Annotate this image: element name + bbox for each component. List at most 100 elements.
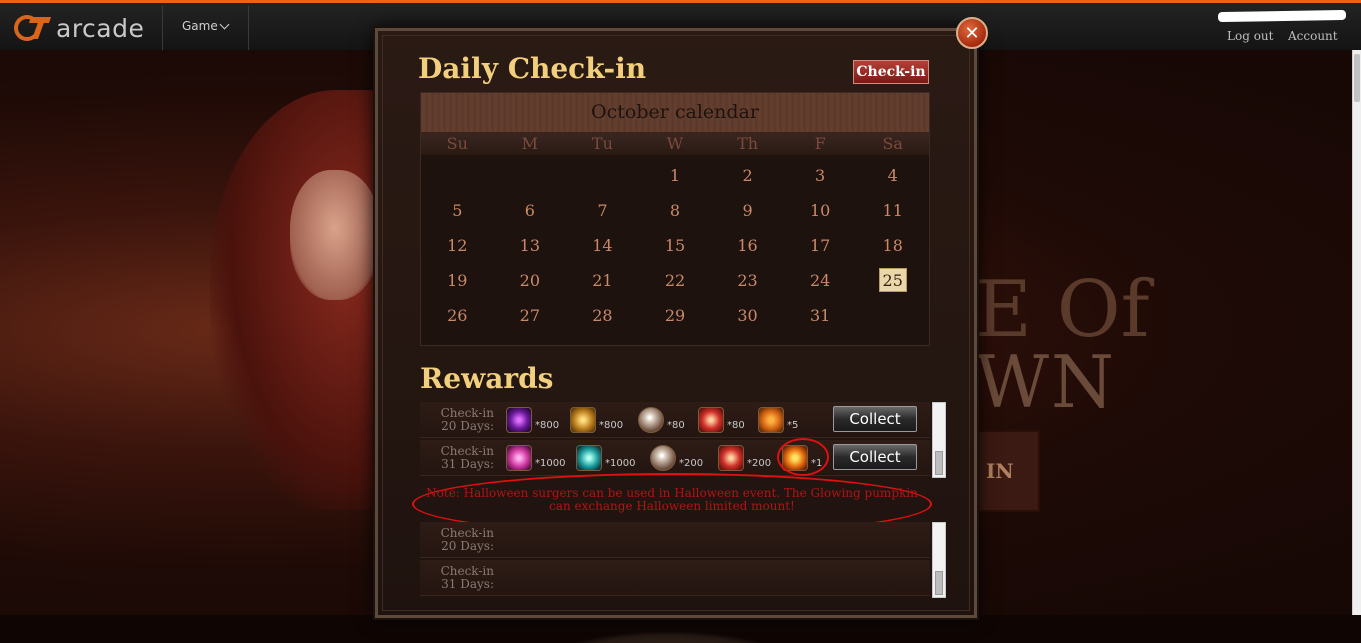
- calendar-day: 16: [737, 236, 758, 255]
- calendar-day: 27: [519, 306, 541, 325]
- item-quantity: *5: [787, 419, 799, 431]
- game-menu[interactable]: Game: [182, 19, 230, 33]
- rewards-scrollbar-secondary[interactable]: [932, 522, 946, 598]
- rewards-title: Rewards: [420, 362, 554, 395]
- calendar-day: 3: [815, 166, 826, 185]
- label-line2: 31 Days:: [441, 457, 494, 471]
- calendar-day: 30: [737, 306, 758, 325]
- pink-star-icon: [506, 445, 532, 471]
- reward-row-label: Check-in 20 Days:: [420, 527, 494, 553]
- weekday-row: Su M Tu W Th F Sa: [421, 133, 929, 155]
- weekday-label: Sa: [882, 134, 903, 153]
- item-quantity: *200: [679, 457, 704, 469]
- pearl-icon: [638, 407, 664, 433]
- item-quantity: *1000: [535, 457, 566, 469]
- scrollbar-thumb[interactable]: [935, 571, 943, 595]
- calendar-day: 29: [664, 306, 686, 325]
- calendar-day: 2: [742, 166, 753, 185]
- item-quantity: *200: [747, 457, 772, 469]
- weekday-label: Su: [446, 134, 468, 153]
- label-line2: 20 Days:: [441, 539, 494, 553]
- arcade-logo[interactable]: arcade: [14, 11, 144, 45]
- calendar-day: 20: [519, 271, 541, 290]
- label-line2: 31 Days:: [441, 577, 494, 591]
- close-icon: ✕: [964, 22, 980, 44]
- calendar-day: 22: [664, 271, 686, 290]
- calendar-day: 13: [519, 236, 541, 255]
- calendar-empty-cell: [566, 158, 639, 193]
- chevron-down-icon: [219, 19, 230, 29]
- gold-medal-icon: [570, 407, 596, 433]
- checkin-button[interactable]: Check-in: [853, 60, 929, 84]
- calendar-day: 18: [882, 236, 903, 255]
- item-quantity: *80: [727, 419, 745, 431]
- reward-row-label: Check-in 31 Days:: [420, 445, 494, 471]
- calendar-day: 23: [737, 271, 758, 290]
- reward-item: *800: [506, 407, 559, 433]
- weekday-label: Tu: [591, 134, 613, 153]
- redacted-username: [1217, 9, 1347, 23]
- october-calendar: October calendar Su M Tu W Th F Sa 1 2 3 4 5 6 7 8 9 10…: [420, 92, 930, 346]
- reward-item: *1000: [506, 445, 565, 471]
- reward-item: *200: [718, 445, 771, 471]
- calendar-day: 31: [809, 306, 831, 325]
- reward-item: *80: [638, 407, 685, 433]
- divider: [162, 6, 163, 50]
- scrollbar-thumb[interactable]: [1354, 54, 1360, 102]
- annotation-circle: [777, 438, 829, 476]
- account-link[interactable]: Account: [1288, 29, 1338, 43]
- modal-title: Daily Check-in: [418, 52, 647, 85]
- pearl-icon: [650, 445, 676, 471]
- weekday-label: F: [814, 134, 826, 153]
- red-gem-icon: [718, 445, 744, 471]
- item-quantity: *80: [667, 419, 685, 431]
- calendar-day: 1: [669, 166, 681, 185]
- calendar-day: 4: [887, 166, 898, 185]
- divider: [248, 6, 249, 50]
- close-button[interactable]: ✕: [956, 17, 988, 49]
- banner-play-button[interactable]: IN: [970, 430, 1040, 512]
- calendar-day: 24: [809, 271, 831, 290]
- banner-play-button-label: IN: [986, 459, 1014, 483]
- reward-row-label: Check-in 20 Days:: [420, 407, 494, 433]
- note-line2: can exchange Halloween limited mount!: [549, 499, 795, 513]
- calendar-day-today: 25: [856, 263, 929, 298]
- label-line2: 20 Days:: [441, 419, 494, 433]
- reward-item: *80: [698, 407, 745, 433]
- calendar-day: 28: [592, 306, 613, 325]
- teal-gem-icon: [576, 445, 602, 471]
- calendar-day: 9: [742, 201, 753, 220]
- calendar-day: 10: [809, 201, 831, 220]
- logo-text: arcade: [56, 13, 145, 43]
- logo-mark-icon: [14, 13, 54, 43]
- weekday-label: Th: [737, 134, 759, 153]
- collect-button-20-days[interactable]: Collect: [833, 406, 917, 432]
- calendar-day: 5: [452, 201, 463, 220]
- scrollbar-thumb[interactable]: [935, 451, 943, 475]
- calendar-day: 11: [882, 201, 903, 220]
- calendar-day: 8: [669, 201, 681, 220]
- page-scrollbar[interactable]: [1352, 50, 1361, 615]
- calendar-day: 15: [664, 236, 686, 255]
- character-face: [290, 170, 380, 300]
- reward-row-31-days: Check-in 31 Days: *1000 *1000 *200 *200 …: [420, 440, 930, 476]
- checked-in-day-marker: 25: [878, 268, 907, 292]
- calendar-day: 6: [524, 201, 535, 220]
- reward-item: *5: [758, 407, 798, 433]
- reward-item: *1000: [576, 445, 635, 471]
- reward-item: *200: [650, 445, 703, 471]
- rewards-scrollbar[interactable]: [932, 402, 946, 478]
- reward-row-31-days: Check-in 31 Days:: [420, 560, 930, 596]
- calendar-day: 17: [809, 236, 831, 255]
- collect-button-31-days[interactable]: Collect: [833, 444, 917, 470]
- logout-link[interactable]: Log out: [1227, 29, 1273, 43]
- calendar-day: 12: [447, 236, 468, 255]
- reward-row-20-days: Check-in 20 Days:: [420, 522, 930, 558]
- calendar-day: 26: [447, 306, 468, 325]
- halloween-note: Note: Halloween surgers can be used in H…: [422, 487, 922, 513]
- weekday-label: M: [521, 134, 539, 153]
- calendar-empty-cell: [494, 158, 567, 193]
- weekday-label: W: [666, 134, 684, 153]
- pumpkin-icon: [758, 407, 784, 433]
- banner-title-line2: WN: [975, 340, 1117, 424]
